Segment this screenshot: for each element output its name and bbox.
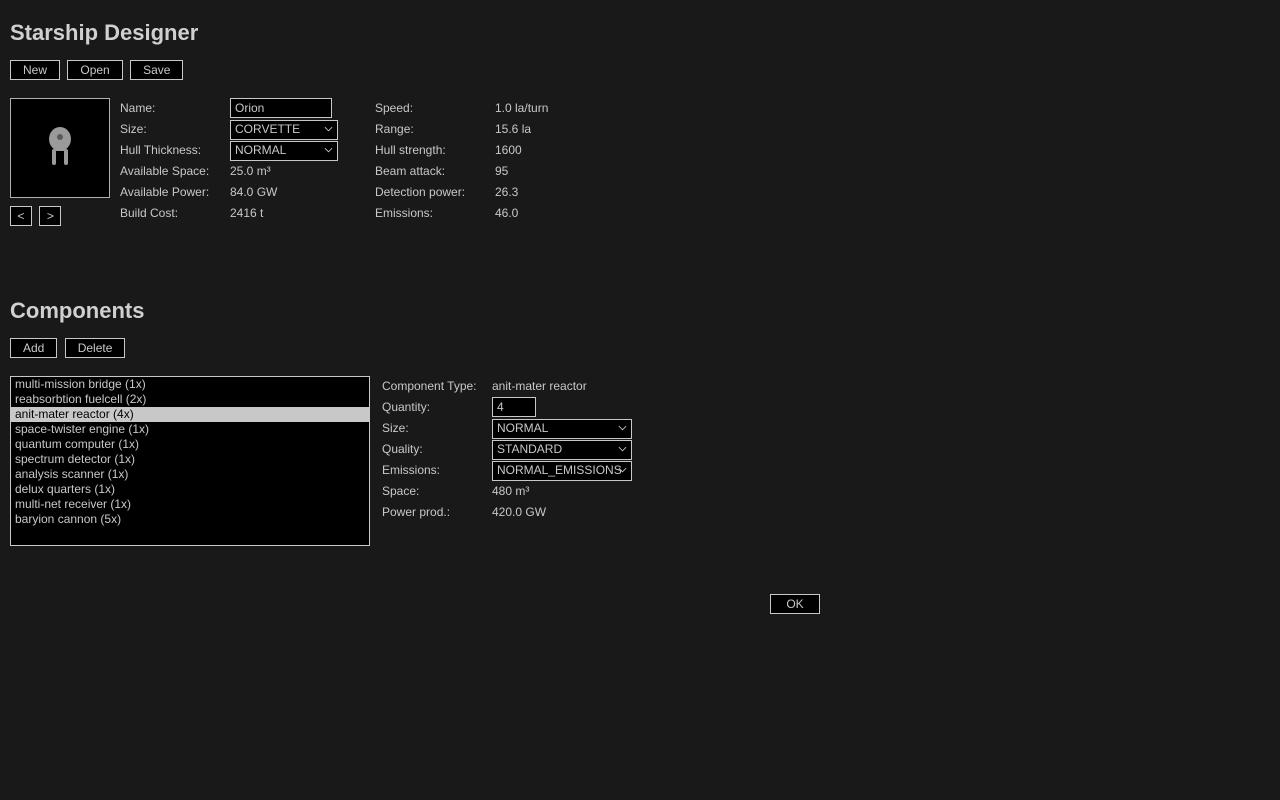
- beam-attack-value: 95: [495, 161, 640, 182]
- chevron-down-icon: [324, 126, 333, 132]
- preview-prev-button[interactable]: <: [10, 206, 32, 226]
- hull-strength-value: 1600: [495, 140, 640, 161]
- label-size: Size:: [120, 119, 230, 140]
- hull-thickness-value: NORMAL: [235, 140, 286, 161]
- new-button[interactable]: New: [10, 60, 60, 80]
- chevron-down-icon: [618, 425, 627, 431]
- components-title: Components: [10, 298, 1270, 324]
- list-item[interactable]: anit-mater reactor (4x): [11, 407, 369, 422]
- chevron-down-icon: [324, 147, 333, 153]
- component-size-select[interactable]: NORMAL: [492, 419, 632, 439]
- quantity-input[interactable]: [492, 397, 536, 417]
- list-item[interactable]: multi-mission bridge (1x): [11, 377, 369, 392]
- range-value: 15.6 la: [495, 119, 640, 140]
- components-section: Components Add Delete multi-mission brid…: [10, 298, 1270, 546]
- delete-component-button[interactable]: Delete: [65, 338, 126, 358]
- list-item[interactable]: quantum computer (1x): [11, 437, 369, 452]
- label-comp-space: Space:: [382, 481, 492, 502]
- label-hull-thickness: Hull Thickness:: [120, 140, 230, 161]
- preview-next-button[interactable]: >: [39, 206, 61, 226]
- label-quality: Quality:: [382, 439, 492, 460]
- label-component-type: Component Type:: [382, 376, 492, 397]
- label-emissions: Emissions:: [375, 203, 495, 224]
- label-beam-attack: Beam attack:: [375, 161, 495, 182]
- label-available-power: Available Power:: [120, 182, 230, 203]
- ship-size-select[interactable]: CORVETTE: [230, 120, 338, 140]
- detection-power-value: 26.3: [495, 182, 640, 203]
- label-power-prod: Power prod.:: [382, 502, 492, 523]
- list-item[interactable]: multi-net receiver (1x): [11, 497, 369, 512]
- ok-button[interactable]: OK: [770, 594, 820, 614]
- page-title: Starship Designer: [10, 20, 1270, 46]
- component-list[interactable]: multi-mission bridge (1x)reabsorbtion fu…: [10, 376, 370, 546]
- open-button[interactable]: Open: [67, 60, 122, 80]
- list-item[interactable]: spectrum detector (1x): [11, 452, 369, 467]
- hull-thickness-select[interactable]: NORMAL: [230, 141, 338, 161]
- label-comp-emissions: Emissions:: [382, 460, 492, 481]
- power-prod-value: 420.0 GW: [492, 502, 672, 523]
- label-detection-power: Detection power:: [375, 182, 495, 203]
- label-available-space: Available Space:: [120, 161, 230, 182]
- list-item[interactable]: baryion cannon (5x): [11, 512, 369, 527]
- component-space-value: 480 m³: [492, 481, 672, 502]
- available-space-value: 25.0 m³: [230, 161, 375, 182]
- emissions-select-value: NORMAL_EMISSIONS: [497, 460, 622, 481]
- label-build-cost: Build Cost:: [120, 203, 230, 224]
- list-item[interactable]: delux quarters (1x): [11, 482, 369, 497]
- designer-toolbar: New Open Save: [10, 60, 1270, 80]
- components-toolbar: Add Delete: [10, 338, 1270, 358]
- ship-name-input[interactable]: [230, 98, 332, 118]
- add-component-button[interactable]: Add: [10, 338, 57, 358]
- quality-select[interactable]: STANDARD: [492, 440, 632, 460]
- ship-icon: [42, 125, 78, 172]
- ship-size-value: CORVETTE: [235, 119, 300, 140]
- ship-preview: [10, 98, 110, 198]
- label-name: Name:: [120, 98, 230, 119]
- quality-value: STANDARD: [497, 439, 562, 460]
- list-item[interactable]: analysis scanner (1x): [11, 467, 369, 482]
- chevron-down-icon: [618, 446, 627, 452]
- list-item[interactable]: space-twister engine (1x): [11, 422, 369, 437]
- label-speed: Speed:: [375, 98, 495, 119]
- emissions-select[interactable]: NORMAL_EMISSIONS: [492, 461, 632, 481]
- label-quantity: Quantity:: [382, 397, 492, 418]
- available-power-value: 84.0 GW: [230, 182, 375, 203]
- component-size-value: NORMAL: [497, 418, 548, 439]
- emissions-value: 46.0: [495, 203, 640, 224]
- build-cost-value: 2416 t: [230, 203, 375, 224]
- label-comp-size: Size:: [382, 418, 492, 439]
- ship-overview: < > Name: Size: Hull Thickness: Availabl…: [10, 98, 1270, 226]
- component-type-value: anit-mater reactor: [492, 376, 672, 397]
- label-range: Range:: [375, 119, 495, 140]
- label-hull-strength: Hull strength:: [375, 140, 495, 161]
- save-button[interactable]: Save: [130, 60, 183, 80]
- chevron-down-icon: [618, 467, 627, 473]
- speed-value: 1.0 la/turn: [495, 98, 640, 119]
- list-item[interactable]: reabsorbtion fuelcell (2x): [11, 392, 369, 407]
